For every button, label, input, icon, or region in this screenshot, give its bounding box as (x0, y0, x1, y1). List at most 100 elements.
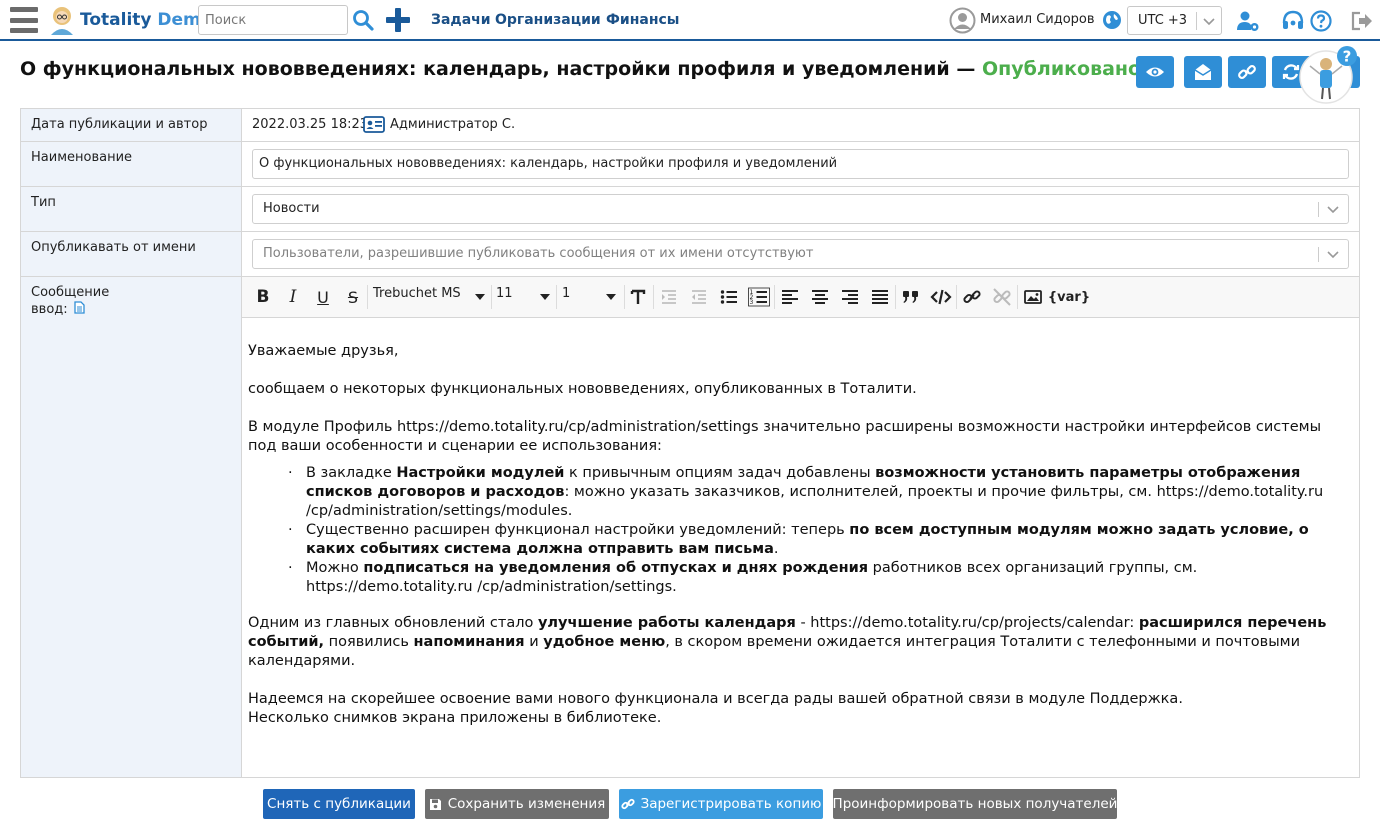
toolbar-divider (367, 285, 368, 309)
published-value: 2022.03.25 18:23, Администратор С. (242, 109, 1359, 141)
user-name[interactable]: Михаил Сидоров (980, 12, 1095, 27)
email-button[interactable] (1184, 56, 1222, 88)
search-input[interactable] (198, 5, 348, 35)
bold-button[interactable]: B (252, 286, 274, 308)
list-item-text: Существенно расширен функционал настройк… (306, 522, 850, 538)
document-icon[interactable] (74, 301, 85, 314)
id-card-icon[interactable] (363, 116, 385, 133)
link-button[interactable] (1228, 56, 1266, 88)
message-paragraph-support: Надеемся на скорейшее освоение вами ново… (248, 691, 1183, 707)
row-message: Сообщение ввод: B I U S Trebuchet MS 11 … (21, 277, 1359, 777)
unpublish-button[interactable]: Снять с публикации (263, 789, 415, 819)
nav-organizations[interactable]: Организации (495, 12, 601, 28)
indent-icon[interactable] (658, 286, 680, 308)
message-paragraph-calendar: Одним из главных обновлений стало улучше… (248, 614, 1353, 671)
status-badge: Опубликовано (981, 58, 1142, 80)
paragraph-bold: улучшение работы календаря (537, 615, 796, 631)
insert-link-icon[interactable] (961, 286, 983, 308)
toolbar-divider (556, 285, 557, 309)
plus-icon[interactable] (384, 6, 412, 34)
bulleted-list-icon[interactable] (718, 286, 740, 308)
view-button[interactable] (1136, 56, 1174, 88)
align-center-icon[interactable] (809, 286, 831, 308)
notify-recipients-button[interactable]: Проинформировать новых получателей (833, 789, 1117, 819)
caret-down-icon (475, 294, 485, 300)
toolbar-divider (624, 285, 625, 309)
chevron-down-icon (1203, 18, 1215, 26)
user-avatar-icon[interactable] (949, 7, 976, 34)
assistant-help-icon[interactable]: ? (1298, 44, 1358, 106)
published-date: 2022.03.25 18:23, (252, 117, 373, 132)
logo[interactable]: Totality Demo (80, 10, 212, 30)
save-button[interactable]: Сохранить изменения (425, 789, 609, 819)
type-label: Тип (21, 187, 242, 231)
align-right-icon[interactable] (839, 286, 861, 308)
image-icon[interactable] (1022, 286, 1044, 308)
paragraph-bold: напоминания (413, 634, 525, 650)
outdent-icon[interactable] (688, 286, 710, 308)
line-height-select[interactable]: 1 (562, 286, 618, 308)
variable-button[interactable]: {var} (1048, 286, 1090, 308)
quote-icon[interactable] (900, 286, 922, 308)
published-author[interactable]: Администратор С. (390, 117, 515, 132)
row-published: Дата публикации и автор 2022.03.25 18:23… (21, 109, 1359, 142)
font-family-select[interactable]: Trebuchet MS (373, 286, 487, 308)
name-label: Наименование (21, 142, 242, 186)
caret-down-icon (606, 294, 616, 300)
bullet: · (288, 560, 293, 576)
page-title-text: О функциональных нововведениях: календар… (20, 58, 976, 80)
align-justify-icon[interactable] (869, 286, 891, 308)
text-format-icon[interactable] (627, 286, 649, 308)
underline-button[interactable]: U (312, 286, 334, 308)
timezone-divider (1196, 12, 1197, 30)
italic-button[interactable]: I (282, 286, 304, 308)
name-input[interactable]: О функциональных нововведениях: календар… (252, 149, 1349, 179)
nav-finance[interactable]: Финансы (606, 12, 679, 28)
numbered-list-icon[interactable]: 123 (748, 286, 770, 308)
code-icon[interactable] (930, 286, 952, 308)
font-size-select[interactable]: 11 (496, 286, 552, 308)
type-select[interactable]: Новости (252, 194, 1349, 224)
link-icon (620, 798, 635, 810)
eye-icon (1146, 67, 1164, 77)
chevron-down-icon (1327, 206, 1339, 214)
list-item-bold: подписаться на уведомления об отпусках и… (363, 560, 869, 576)
caret-down-icon (540, 294, 550, 300)
register-copy-button[interactable]: Зарегистрировать копию (619, 789, 823, 819)
paragraph-text: появились (324, 634, 414, 650)
publish-as-divider (1318, 247, 1319, 262)
logo-name: Totality (80, 10, 152, 30)
timezone-select[interactable]: UTC +3 (1127, 6, 1222, 35)
published-label: Дата публикации и автор (21, 109, 242, 141)
floppy-disk-icon (429, 798, 441, 810)
logout-icon[interactable] (1350, 9, 1374, 33)
input-mode: ввод: (31, 301, 231, 318)
message-greeting: Уважаемые друзья, (248, 343, 399, 359)
line-height-value: 1 (562, 286, 571, 301)
bullet: · (288, 522, 293, 538)
strikethrough-button[interactable]: S (342, 286, 364, 308)
link-icon (1238, 65, 1256, 79)
row-publish-as: Опубликавать от имени Пользователи, разр… (21, 232, 1359, 277)
toolbar-divider (774, 285, 775, 309)
publish-as-select[interactable]: Пользователи, разрешившие публиковать со… (252, 239, 1349, 269)
toolbar-divider (956, 285, 957, 309)
message-paragraph-screenshots: Несколько снимков экрана приложены в биб… (248, 710, 662, 726)
search-icon[interactable] (352, 9, 374, 31)
menu-icon[interactable] (10, 7, 38, 33)
help-icon[interactable] (1309, 9, 1333, 33)
align-left-icon[interactable] (779, 286, 801, 308)
headset-icon[interactable] (1281, 9, 1305, 33)
message-label-cell: Сообщение ввод: (21, 277, 242, 777)
unlink-icon[interactable] (991, 286, 1013, 308)
timezone-value: UTC +3 (1138, 13, 1188, 28)
toolbar-divider (491, 285, 492, 309)
type-value: Новости (263, 201, 320, 216)
user-settings-icon[interactable] (1236, 9, 1260, 33)
nav-tasks[interactable]: Задачи (431, 12, 491, 28)
message-body[interactable]: Уважаемые друзья, сообщаем о некоторых ф… (242, 318, 1359, 777)
font-family-value: Trebuchet MS (373, 286, 461, 301)
